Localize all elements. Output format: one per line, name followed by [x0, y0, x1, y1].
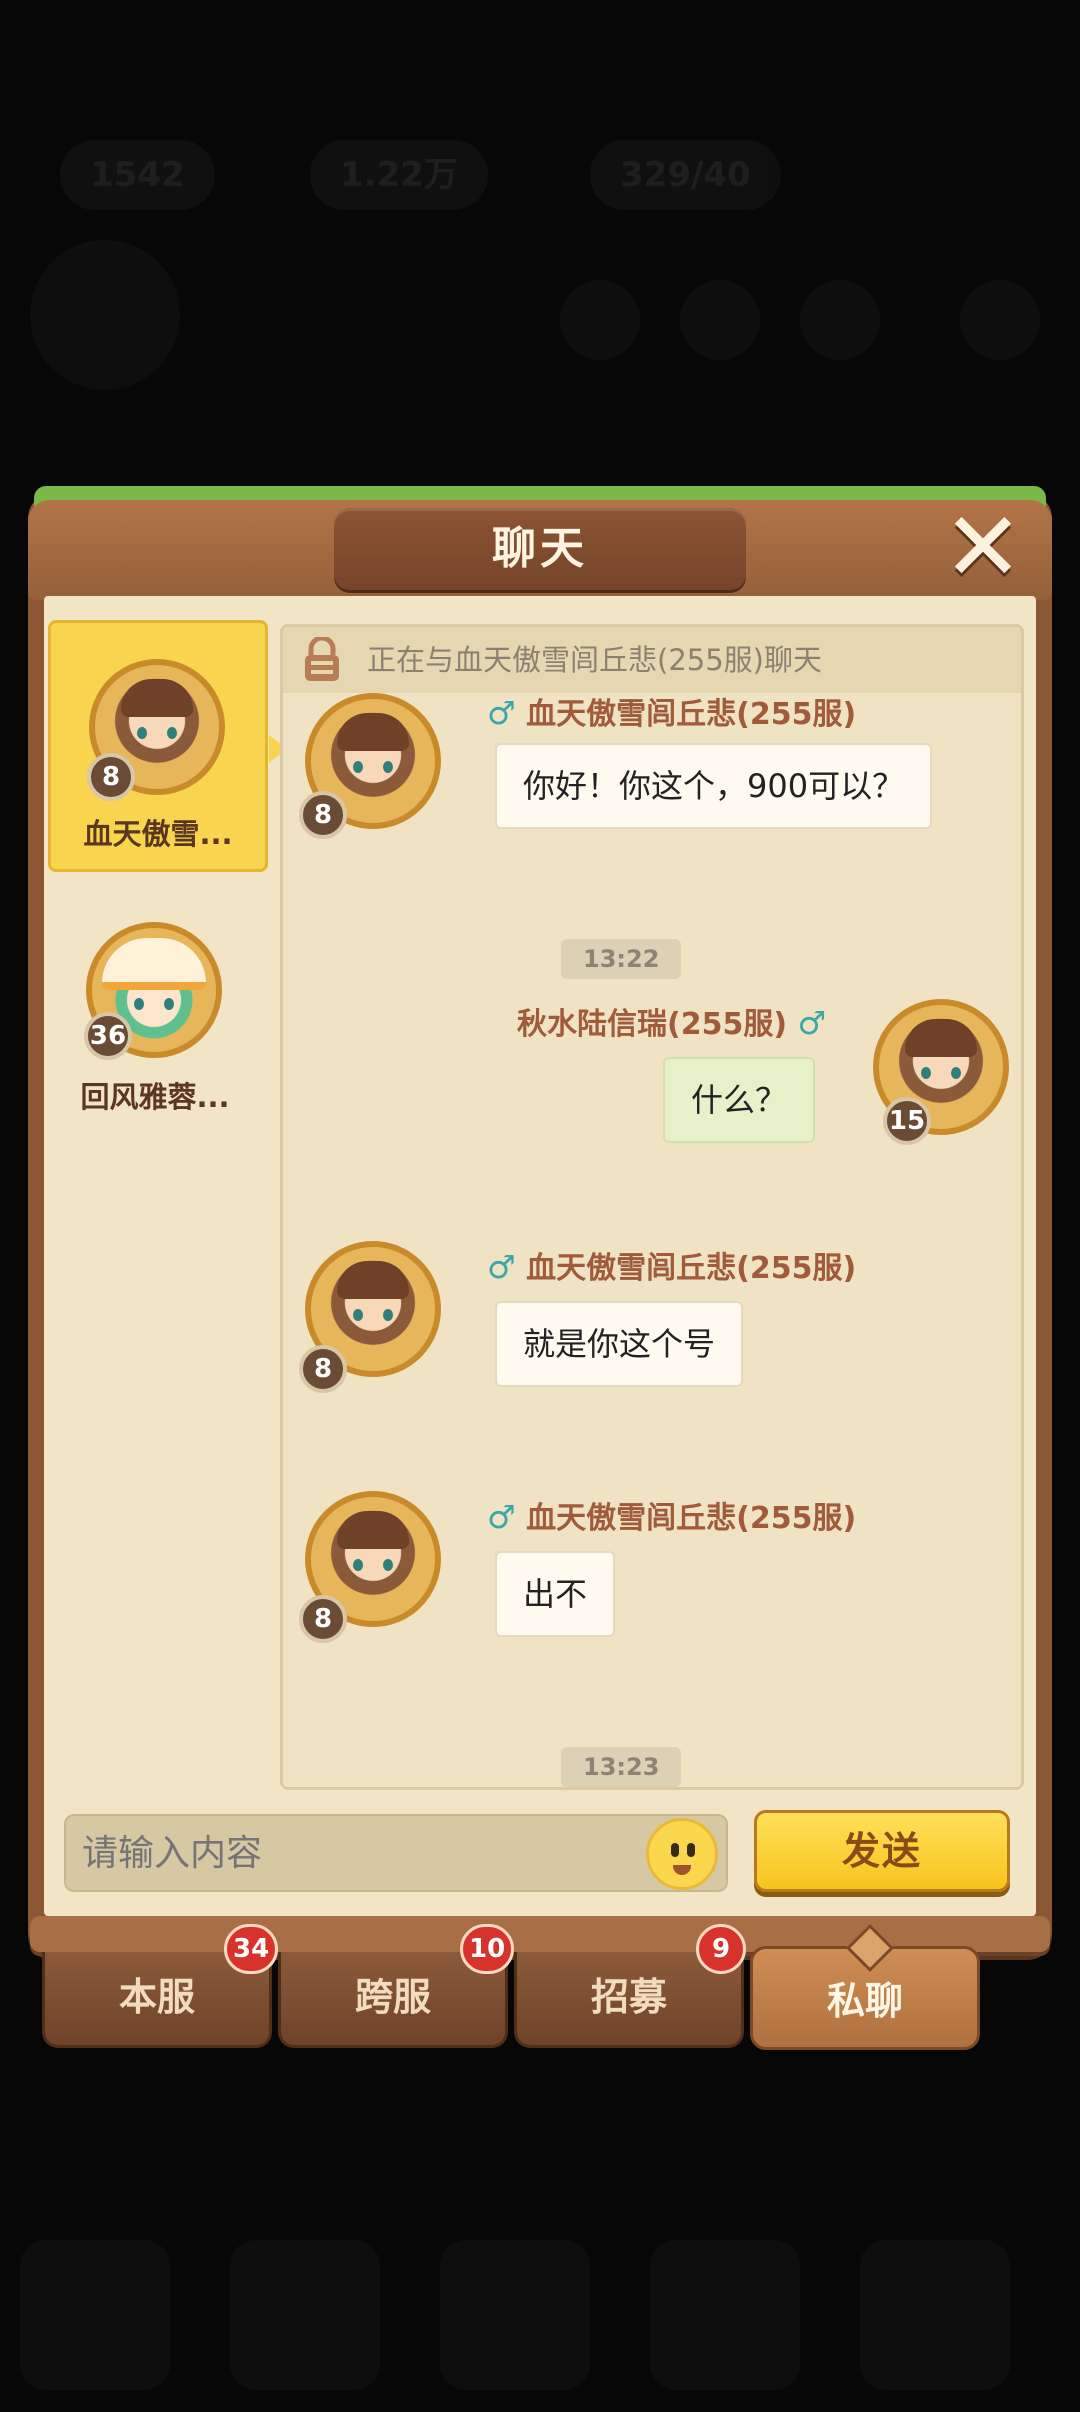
message-bubble-mine: 什么？: [663, 1057, 816, 1143]
unread-badge: 34: [224, 1924, 279, 1974]
level-badge: 8: [299, 1595, 347, 1643]
background-icon: [800, 280, 880, 360]
level-badge: 15: [883, 1097, 931, 1145]
lock-icon: [305, 637, 339, 681]
male-icon: ♂: [487, 1498, 516, 1536]
unread-badge: 9: [696, 1924, 746, 1974]
tab-private-chat[interactable]: 私聊: [750, 1923, 980, 2050]
timestamp: 13:22: [561, 939, 682, 979]
contact-name: 血天傲雪...: [83, 817, 233, 851]
tab-label: 私聊: [826, 1979, 903, 2023]
emoji-button[interactable]: [646, 1818, 718, 1890]
background-avatar: [30, 240, 180, 390]
background-icon: [560, 280, 640, 360]
background-slot: [860, 2240, 1010, 2390]
sender-name: 秋水陆信瑞(255服) ♂: [517, 1004, 827, 1042]
background-stat-3: 329/40: [590, 140, 781, 210]
message-bubble: 就是你这个号: [495, 1301, 744, 1387]
sender-name: ♂ 血天傲雪闾丘悲(255服): [487, 1248, 857, 1286]
close-button[interactable]: ✕: [938, 499, 1028, 595]
background-slot: [650, 2240, 800, 2390]
close-icon: ✕: [942, 491, 1024, 603]
unread-badge: 10: [460, 1924, 515, 1974]
male-icon: ♂: [487, 694, 516, 732]
message-input[interactable]: [64, 1814, 728, 1892]
chat-header: 正在与血天傲雪闾丘悲(255服)聊天: [283, 627, 1021, 693]
background-icon: [960, 280, 1040, 360]
background-slot: [20, 2240, 170, 2390]
sender-name: ♂ 血天傲雪闾丘悲(255服): [487, 1498, 857, 1536]
chat-messages[interactable]: 正在与血天傲雪闾丘悲(255服)聊天 8 ♂ 血天傲雪闾丘悲(255服) 你好！…: [280, 624, 1024, 1790]
chat-header-text: 正在与血天傲雪闾丘悲(255服)聊天: [367, 643, 822, 677]
send-button[interactable]: 发送: [754, 1810, 1010, 1892]
background-stat-2: 1.22万: [310, 140, 488, 210]
panel-title: 聊天: [334, 508, 746, 590]
background-slot: [230, 2240, 380, 2390]
contact-item-active[interactable]: 8 血天傲雪...: [48, 620, 287, 872]
sender-name: ♂ 血天傲雪闾丘悲(255服): [487, 694, 857, 732]
contact-item[interactable]: 36 回风雅蓉...: [48, 908, 262, 1154]
level-badge: 8: [87, 753, 135, 801]
male-icon: ♂: [487, 1248, 516, 1286]
level-badge: 8: [299, 1345, 347, 1393]
contact-list: 8 血天傲雪... 36 回风雅蓉...: [44, 612, 287, 1212]
timestamp: 13:23: [561, 1747, 682, 1787]
level-badge: 8: [299, 791, 347, 839]
contact-name: 回风雅蓉...: [80, 1080, 230, 1114]
background-slot: [440, 2240, 590, 2390]
smiley-icon: [671, 1843, 679, 1857]
male-icon: ♂: [797, 1004, 827, 1042]
message-bubble: 你好！你这个，900可以？: [495, 743, 933, 829]
background-hud: 1542 1.22万 329/40: [0, 110, 1080, 410]
background-stat-1: 1542: [60, 140, 215, 210]
background-icon: [680, 280, 760, 360]
background-bottom-bar: [0, 2200, 1080, 2412]
level-badge: 36: [84, 1012, 132, 1060]
message-bubble: 出不: [495, 1551, 616, 1637]
